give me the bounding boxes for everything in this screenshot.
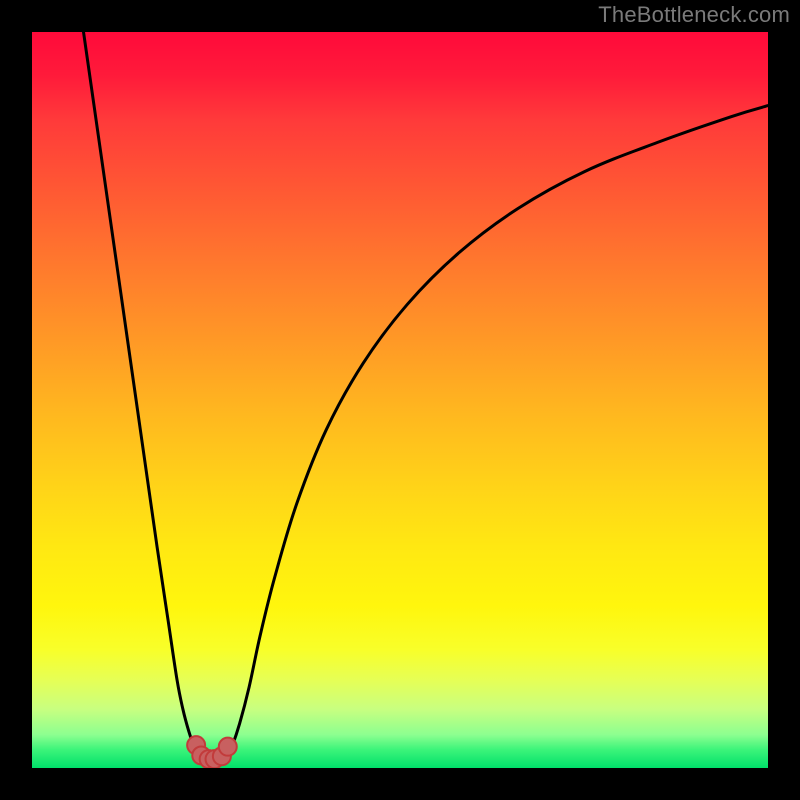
curve-left-branch: [84, 32, 202, 757]
curve-layer: [32, 32, 768, 768]
plot-area: [32, 32, 768, 768]
chart-frame: TheBottleneck.com: [0, 0, 800, 800]
bottom-dot-cluster: [187, 736, 237, 768]
watermark-text: TheBottleneck.com: [598, 2, 790, 28]
curve-right-branch: [227, 106, 768, 757]
reference-dot: [219, 738, 237, 756]
